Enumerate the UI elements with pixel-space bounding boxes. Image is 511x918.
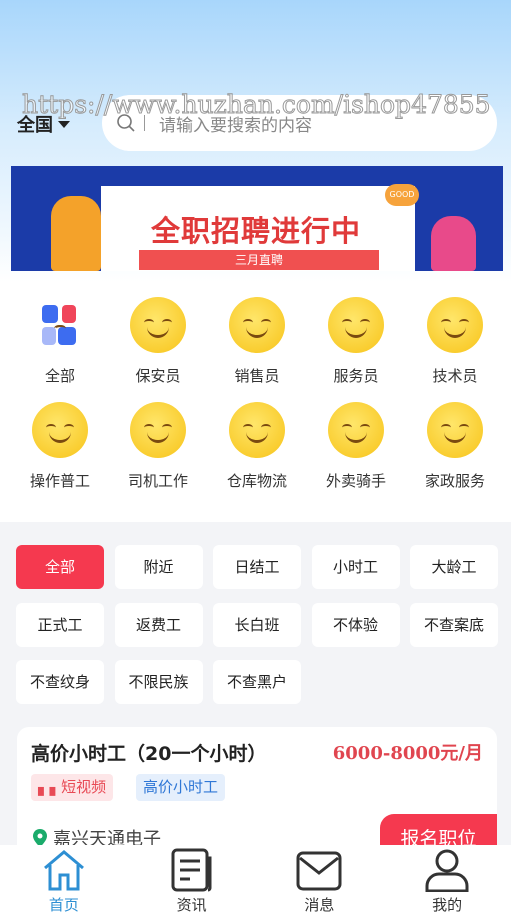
banner-subtitle: 三月直聘 [139,250,379,270]
category-item[interactable]: 仓库物流 [212,402,302,491]
banner[interactable]: 全职招聘进行中 三月直聘 GOOD [11,166,503,271]
nav-label: 资讯 [176,896,207,914]
smiley-icon [427,297,483,353]
job-salary: 6000-8000元/月 [332,743,483,764]
category-item[interactable]: 外卖骑手 [311,402,401,491]
mail-icon [296,851,342,891]
nav-messages[interactable]: 消息 [256,845,384,918]
banner-title: 全职招聘进行中 [151,214,362,248]
grid-icon [40,303,80,347]
filter-chip[interactable]: 正式工 [16,602,104,647]
job-title: 高价小时工（20一个小时） [31,743,267,765]
banner-badge: GOOD [385,184,419,206]
category-label: 仓库物流 [226,472,287,490]
filter-chip[interactable]: 全部 [16,545,104,589]
category-item[interactable]: 操作普工 [15,402,105,491]
category-item[interactable]: 服务员 [311,297,401,386]
caret-down-icon [58,120,70,128]
home-icon [43,850,84,891]
filter-chip[interactable]: 小时工 [311,545,400,589]
category-label: 保安员 [135,367,181,385]
category-item[interactable]: 销售员 [212,297,302,386]
filter-chip[interactable]: 不体验 [311,602,400,647]
filter-chip[interactable]: 返费工 [114,602,203,647]
nav-home[interactable]: 首页 [0,845,128,918]
filter-chip[interactable]: 不查案底 [410,602,498,647]
job-tag: ▖▖短视频 [31,774,114,801]
nav-label: 我的 [432,896,463,914]
smiley-icon [130,402,186,458]
category-label: 家政服务 [424,472,485,490]
nav-news[interactable]: 资讯 [128,845,256,918]
smiley-icon [328,297,384,353]
category-label: 全部 [44,367,75,385]
filter-chip[interactable]: 大龄工 [410,545,498,589]
banner-figure [51,196,101,271]
category-item[interactable]: 全部 [15,297,105,386]
category-label: 司机工作 [127,472,188,490]
filter-chip[interactable]: 附近 [114,545,203,589]
category-label: 外卖骑手 [325,472,386,490]
smiley-icon [32,402,88,458]
banner-figure [431,216,476,271]
filter-chip[interactable]: 长白班 [213,602,301,647]
smiley-icon [328,402,384,458]
smiley-icon [130,297,186,353]
job-tag: 高价小时工 [136,774,226,801]
category-label: 服务员 [333,367,379,385]
category-grid: 全部 保安员 销售员 服务员 技术员操作普工 司机工作 仓库物流 外卖骑手 家政服务 [0,282,511,522]
category-item[interactable]: 司机工作 [113,402,203,491]
watermark: https://www.huzhan.com/ishop47855 [22,90,492,120]
category-item[interactable]: 家政服务 [410,402,500,491]
user-icon [425,849,469,892]
category-item[interactable]: 技术员 [410,297,500,386]
news-icon [171,848,212,892]
smiley-icon [427,402,483,458]
category-label: 销售员 [234,367,280,385]
category-item[interactable]: 保安员 [113,297,203,386]
category-label: 技术员 [432,367,478,385]
filter-chip[interactable]: 不限民族 [114,660,203,704]
filter-chip[interactable]: 日结工 [213,545,301,589]
filter-chip[interactable]: 不查纹身 [16,660,104,704]
nav-profile[interactable]: 我的 [383,845,511,918]
category-label: 操作普工 [29,472,90,490]
nav-label: 首页 [48,896,79,914]
filter-chip[interactable]: 不查黑户 [213,660,301,704]
bottom-nav: 首页 资讯 消息 我的 [0,845,511,918]
smiley-icon [229,297,285,353]
nav-label: 消息 [304,896,335,914]
smiley-icon [229,402,285,458]
